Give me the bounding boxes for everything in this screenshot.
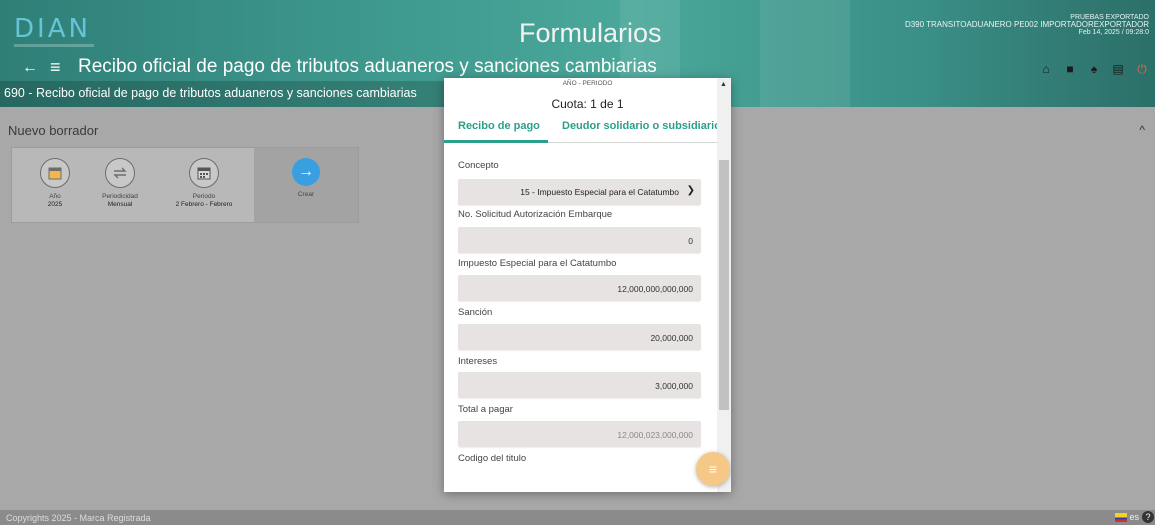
solicitud-value: 0 bbox=[688, 236, 693, 246]
periodicity-icon bbox=[105, 158, 135, 188]
collapse-chevron-icon[interactable]: ^ bbox=[1139, 123, 1145, 137]
codigo-label: Codigo del titulo bbox=[458, 453, 527, 464]
fab-menu-button[interactable]: ≡ bbox=[696, 452, 730, 486]
step-period-value: 2 Febrero - Febrero bbox=[175, 201, 233, 208]
chevron-down-icon: ❯ bbox=[686, 185, 695, 196]
arrow-right-icon: → bbox=[292, 158, 320, 186]
language-label[interactable]: es bbox=[1129, 512, 1139, 522]
form-scroll-area: Concepto 15 - Impuesto Especial para el … bbox=[444, 143, 717, 492]
intereses-value: 3,000,000 bbox=[655, 381, 693, 391]
calendar-grid-icon bbox=[189, 158, 219, 188]
sancion-value: 20,000,000 bbox=[650, 333, 693, 343]
form-subheader-text: 690 - Recibo oficial de pago de tributos… bbox=[4, 86, 417, 100]
intereses-label: Intereses bbox=[458, 356, 498, 367]
bell-icon[interactable]: ♠ bbox=[1087, 62, 1101, 76]
cuota-text: Cuota: 1 de 1 bbox=[551, 97, 624, 111]
concepto-value: 15 - Impuesto Especial para el Catatumbo bbox=[520, 187, 679, 197]
logo-underline bbox=[14, 44, 94, 47]
calendar-icon[interactable]: ▤ bbox=[1111, 62, 1125, 76]
menu-lines-icon: ≡ bbox=[708, 461, 718, 477]
draft-title: Nuevo borrador bbox=[8, 123, 99, 138]
scroll-up-icon[interactable]: ▲ bbox=[720, 81, 727, 88]
power-icon[interactable]: ⏻ bbox=[1135, 62, 1149, 76]
impuesto-label: Impuesto Especial para el Catatumbo bbox=[458, 258, 617, 269]
step-period-label: Periodo bbox=[192, 193, 216, 200]
calendar-year-icon bbox=[40, 158, 70, 188]
concepto-label: Concepto bbox=[458, 160, 499, 171]
back-arrow-icon[interactable]: ← bbox=[22, 59, 38, 77]
total-field: 12,000,023,000,000 bbox=[458, 421, 701, 447]
step-periodicity-label: Periodicidad bbox=[102, 193, 138, 200]
concepto-select[interactable]: 15 - Impuesto Especial para el Catatumbo… bbox=[458, 179, 701, 205]
total-value: 12,000,023,000,000 bbox=[617, 430, 693, 440]
step-period[interactable]: Periodo 2 Febrero - Febrero bbox=[174, 148, 234, 222]
tab-deudor-solidario[interactable]: Deudor solidario o subsidiario bbox=[562, 120, 721, 132]
sancion-field[interactable]: 20,000,000 bbox=[458, 324, 701, 350]
periodo-label: AÑO - PERIODO bbox=[562, 80, 613, 87]
sancion-label: Sanción bbox=[458, 307, 493, 318]
menu-icon[interactable]: ≡ bbox=[50, 57, 61, 78]
create-button[interactable]: → Crear bbox=[254, 148, 358, 222]
modal-top: AÑO - PERIODO Cuota: 1 de 1 bbox=[444, 78, 731, 114]
step-periodicity[interactable]: Periodicidad Mensual bbox=[90, 148, 150, 222]
home-icon[interactable]: ⌂ bbox=[1039, 62, 1053, 76]
app-title: Formularios bbox=[519, 18, 662, 48]
modal-scrollbar[interactable]: ▲ bbox=[717, 78, 731, 492]
folder-icon[interactable]: ■ bbox=[1063, 62, 1077, 76]
copyright-text: Copyrights 2025 - Marca Registrada bbox=[6, 513, 151, 523]
impuesto-field[interactable]: 12,000,000,000,000 bbox=[458, 275, 701, 301]
scroll-thumb[interactable] bbox=[719, 160, 729, 410]
intereses-field[interactable]: 3,000,000 bbox=[458, 372, 701, 398]
step-year-value: 2025 bbox=[47, 201, 63, 208]
solicitud-field[interactable]: 0 bbox=[458, 227, 701, 253]
impuesto-value: 12,000,000,000,000 bbox=[617, 284, 693, 294]
footer: Copyrights 2025 - Marca Registrada es ? bbox=[0, 510, 1155, 525]
header-icons: ⌂ ■ ♠ ▤ ⏻ bbox=[1039, 62, 1149, 77]
payment-modal: AÑO - PERIODO Cuota: 1 de 1 Recibo de pa… bbox=[444, 78, 731, 492]
step-year[interactable]: Año 2025 bbox=[25, 148, 85, 222]
solicitud-label: No. Solicitud Autorización Embarque bbox=[458, 209, 613, 220]
tab-recibo-de-pago[interactable]: Recibo de pago bbox=[458, 120, 540, 132]
form-subheader: 690 - Recibo oficial de pago de tributos… bbox=[0, 81, 470, 107]
colombia-flag-icon[interactable] bbox=[1115, 513, 1127, 522]
total-label: Total a pagar bbox=[458, 404, 513, 415]
step-year-label: Año bbox=[49, 193, 61, 200]
step-periodicity-value: Mensual bbox=[107, 201, 133, 208]
header-bg-building bbox=[760, 0, 850, 107]
modal-tabs: Recibo de pago Deudor solidario o subsid… bbox=[444, 114, 731, 143]
create-label: Crear bbox=[297, 191, 315, 198]
help-icon[interactable]: ? bbox=[1142, 511, 1154, 523]
user-environment: PRUEBAS EXPORTADO bbox=[1070, 14, 1149, 21]
dian-logo: DIAN bbox=[14, 14, 91, 44]
page-title: Recibo oficial de pago de tributos aduan… bbox=[78, 56, 657, 77]
draft-steps: Año 2025 Periodicidad Mensual Periodo 2 … bbox=[11, 147, 359, 223]
user-datetime: Feb 14, 2025 / 09:28:0 bbox=[1078, 29, 1149, 36]
